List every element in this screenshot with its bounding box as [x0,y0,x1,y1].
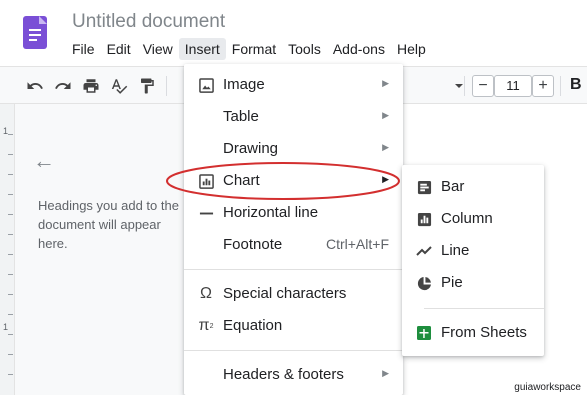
column-chart-icon [416,211,432,227]
toolbar-divider [560,76,561,96]
submenu-item-label: Bar [441,178,465,195]
menu-item-label: Image [223,76,265,93]
submenu-item-line[interactable]: Line [402,235,544,267]
line-chart-icon [416,243,432,259]
menu-item-equation[interactable]: π2 Equation [184,310,403,342]
menu-divider [184,269,403,270]
menu-divider [184,350,403,351]
sheets-icon [416,325,432,341]
undo-icon[interactable] [24,75,46,97]
menu-item-footnote[interactable]: Footnote Ctrl+Alt+F [184,229,403,261]
menu-item-label: Footnote [223,236,283,253]
bar-chart-icon [416,179,432,195]
menu-item-special-characters[interactable]: Ω Special characters [184,278,403,310]
submenu-item-label: From Sheets [441,324,527,341]
image-icon [198,77,214,93]
chart-submenu: Bar Column Line Pie From Sheets [402,165,544,356]
horizontal-line-icon [198,205,214,221]
menu-item-label: Drawing [223,140,279,157]
font-size-input[interactable]: 11 [494,75,532,97]
pi-icon: π2 [198,317,214,334]
menu-view[interactable]: View [137,38,179,60]
menu-item-label: Equation [223,317,283,334]
submenu-item-column[interactable]: Column [402,203,544,235]
menu-tools[interactable]: Tools [282,38,327,60]
omega-icon: Ω [200,285,212,302]
submenu-item-label: Line [441,242,470,259]
submenu-item-pie[interactable]: Pie [402,267,544,299]
menubar: File Edit View Insert Format Tools Add-o… [66,38,432,60]
menu-format[interactable]: Format [226,38,282,60]
menu-item-label: Headers & footers [223,366,344,383]
dropdown-caret-icon[interactable] [448,75,470,97]
spellcheck-icon[interactable] [108,75,130,97]
menu-item-shortcut: Ctrl+Alt+F [325,236,389,252]
submenu-item-label: Pie [441,274,463,291]
toolbar-divider [166,76,167,96]
menu-item-headers-footers[interactable]: Headers & footers ▶ [184,359,403,391]
menu-item-table[interactable]: Table ▶ [184,101,403,133]
menu-insert[interactable]: Insert [178,38,226,60]
bold-button[interactable]: B [570,76,582,94]
font-size-decrease-button[interactable]: − [472,75,494,97]
menu-addons[interactable]: Add-ons [327,38,391,60]
redo-icon[interactable] [52,75,74,97]
paint-format-icon[interactable] [136,75,158,97]
submenu-item-bar[interactable]: Bar [402,171,544,203]
menu-edit[interactable]: Edit [101,38,137,60]
outline-empty-hint: Headings you add to the document will ap… [38,198,179,251]
print-icon[interactable] [80,75,102,97]
docs-logo-icon[interactable] [23,16,47,49]
submenu-arrow-icon: ▶ [382,110,389,120]
pie-chart-icon [416,275,432,291]
toolbar-divider [464,76,465,96]
menu-item-label: Horizontal line [223,204,319,221]
menu-file[interactable]: File [66,38,101,60]
menu-item-label: Table [223,108,259,125]
document-title[interactable]: Untitled document [72,11,225,33]
watermark-label: guiaworkspace [512,382,583,393]
font-size-increase-button[interactable]: + [532,75,554,97]
insert-menu: Image ▶ Table ▶ Drawing ▶ Chart ▶ Horizo… [184,64,403,395]
outline-back-arrow-icon[interactable]: ← [33,148,55,174]
vertical-ruler: 1 1 [0,104,15,395]
submenu-arrow-icon: ▶ [382,142,389,152]
submenu-divider [424,308,544,309]
submenu-arrow-icon: ▶ [382,78,389,88]
submenu-arrow-icon: ▶ [382,368,389,378]
menu-help[interactable]: Help [391,38,432,60]
submenu-item-label: Column [441,210,493,227]
chart-highlight-ellipse [166,162,400,200]
submenu-item-from-sheets[interactable]: From Sheets [402,317,544,349]
menu-item-label: Special characters [223,285,347,302]
menu-item-image[interactable]: Image ▶ [184,69,403,101]
